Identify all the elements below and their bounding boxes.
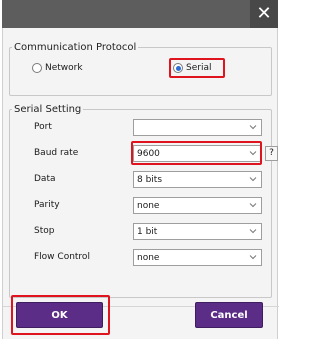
parity-select[interactable]: none <box>133 197 262 214</box>
dialog-body: Communication Protocol Network Serial Se… <box>2 28 279 339</box>
serial-setting-legend: Serial Setting <box>14 104 82 115</box>
parity-label: Parity <box>34 200 60 210</box>
title-bar: ✕ <box>2 0 278 28</box>
data-bits-select[interactable]: 8 bits <box>133 171 262 188</box>
communication-protocol-legend: Communication Protocol <box>14 42 137 53</box>
data-bits-label: Data <box>34 174 56 184</box>
serial-highlight-box <box>169 58 225 78</box>
flow-control-value: none <box>137 252 160 263</box>
port-label: Port <box>34 122 52 132</box>
radio-network[interactable]: Network <box>32 63 83 73</box>
close-button[interactable]: ✕ <box>250 0 278 28</box>
data-bits-value: 8 bits <box>137 174 163 185</box>
port-select[interactable] <box>133 119 262 136</box>
baud-rate-label: Baud rate <box>34 148 79 158</box>
ok-highlight-box <box>11 295 110 335</box>
close-icon: ✕ <box>256 3 272 24</box>
chevron-down-icon <box>249 229 257 234</box>
baud-rate-highlight-box <box>131 141 262 165</box>
parity-value: none <box>137 200 160 211</box>
stop-bits-select[interactable]: 1 bit <box>133 223 262 240</box>
stop-bits-value: 1 bit <box>137 226 158 237</box>
chevron-down-icon <box>249 177 257 182</box>
cancel-button[interactable]: Cancel <box>195 302 263 328</box>
radio-network-indicator[interactable] <box>32 63 42 73</box>
chevron-down-icon <box>249 203 257 208</box>
stop-bits-label: Stop <box>34 226 55 236</box>
flow-control-label: Flow Control <box>34 252 90 262</box>
chevron-down-icon <box>249 125 257 130</box>
help-button[interactable]: ? <box>265 146 278 161</box>
serial-settings-dialog: ✕ Communication Protocol Network Serial … <box>2 0 279 339</box>
communication-protocol-group: Communication Protocol Network Serial <box>9 42 272 96</box>
flow-control-select[interactable]: none <box>133 249 262 266</box>
radio-network-label: Network <box>45 63 83 73</box>
chevron-down-icon <box>249 255 257 260</box>
